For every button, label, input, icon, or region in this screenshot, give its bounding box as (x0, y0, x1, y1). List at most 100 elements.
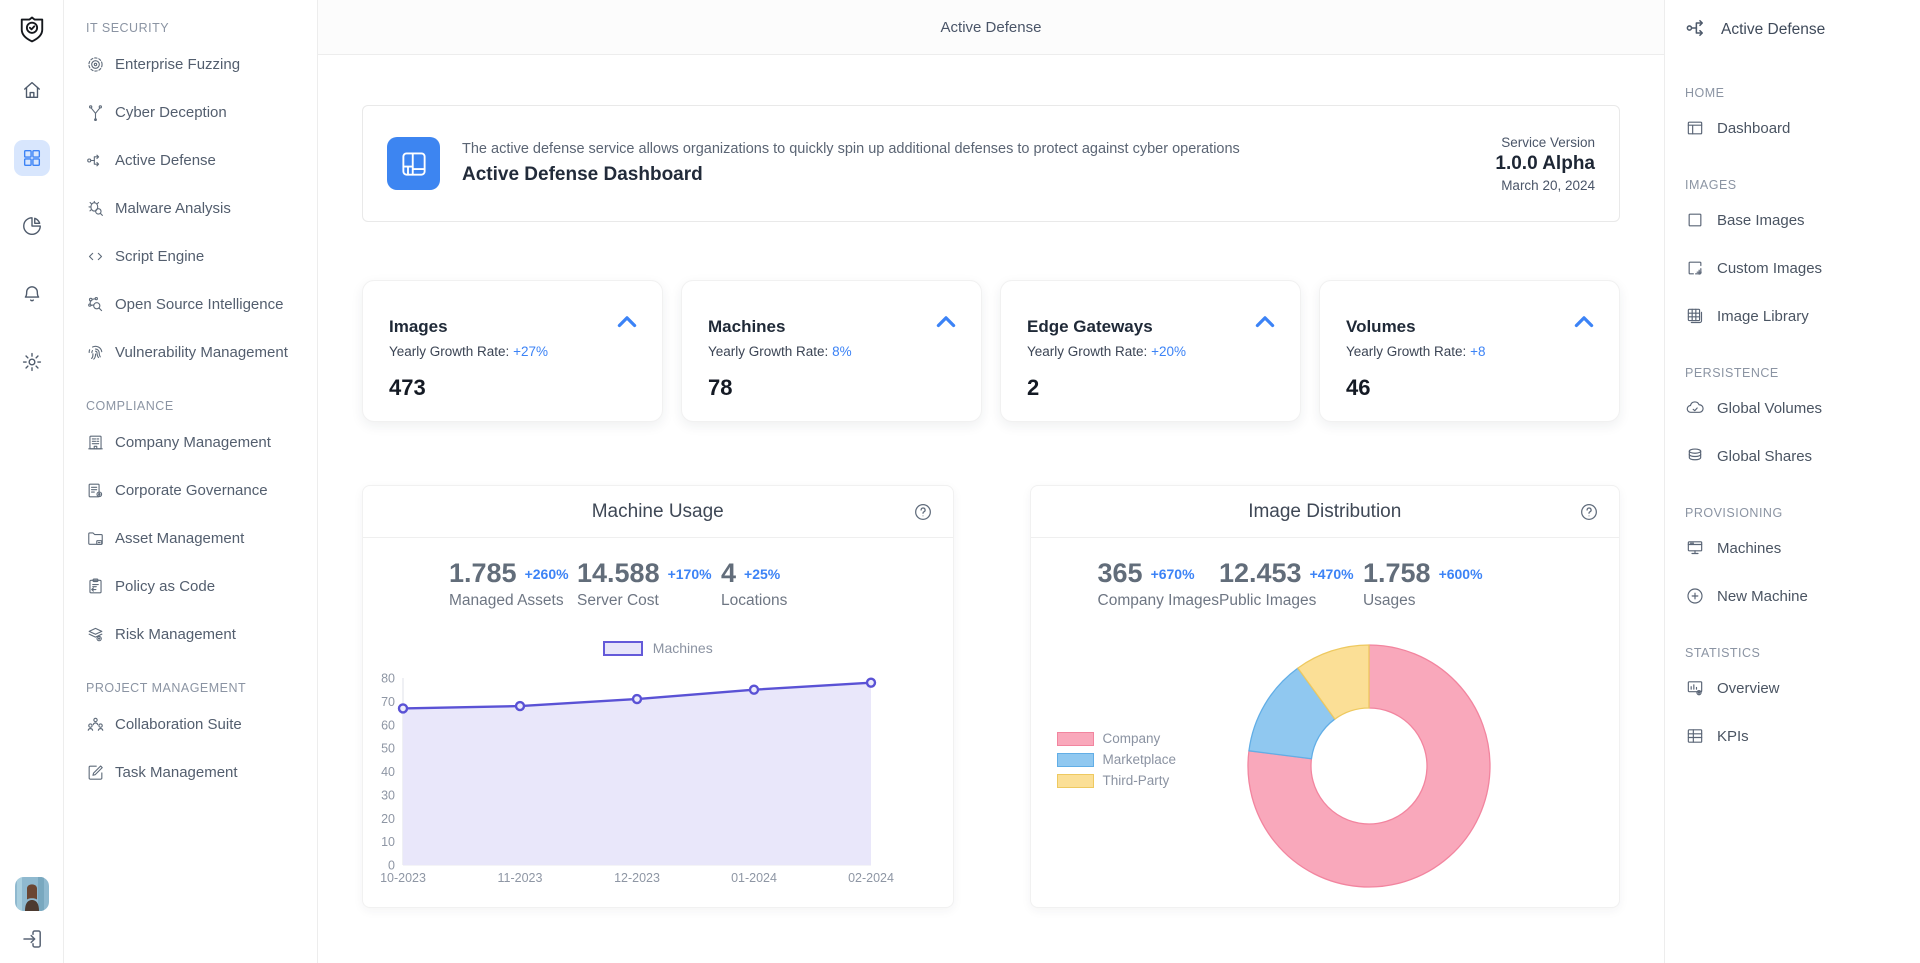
pie-icon (21, 215, 43, 237)
sidebar-item-collaboration-suite[interactable]: Collaboration Suite (64, 700, 317, 748)
sidebar-item-policy-as-code[interactable]: Policy as Code (64, 562, 317, 610)
help-icon[interactable] (1579, 502, 1599, 528)
rightbar-item-kpis[interactable]: KPIs (1685, 712, 1920, 760)
rightbar-section-title: PROVISIONING (1685, 502, 1920, 524)
rightbar-item-overview[interactable]: Overview (1685, 664, 1920, 712)
service-version-block: Service Version 1.0.0 Alpha March 20, 20… (1495, 135, 1595, 193)
sidebar-item-company-management[interactable]: Company Management (64, 418, 317, 466)
rightbar-sections: HOMEDashboardIMAGESBase ImagesCustom Ima… (1685, 82, 1920, 760)
sidebar-item-script-engine[interactable]: Script Engine (64, 232, 317, 280)
rightbar-item-global-shares[interactable]: Global Shares (1685, 432, 1920, 480)
sidebar-item-label: Vulnerability Management (115, 344, 288, 361)
chart-stat-growth: +25% (744, 566, 780, 582)
collapse-chevron[interactable] (614, 309, 640, 340)
legend-item-third-party[interactable]: Third-Party (1057, 770, 1177, 791)
chart-stat-value: 365 (1098, 558, 1143, 588)
sidebar-item-vulnerability-management[interactable]: Vulnerability Management (64, 328, 317, 376)
svg-text:11-2023: 11-2023 (498, 871, 543, 885)
stat-card-volumes[interactable]: VolumesYearly Growth Rate: +846 (1319, 280, 1620, 422)
chart-stat-growth: +600% (1439, 566, 1483, 582)
help-icon[interactable] (913, 502, 933, 528)
collapse-chevron[interactable] (933, 309, 959, 340)
sidebar-item-cyber-deception[interactable]: Cyber Deception (64, 88, 317, 136)
rightbar-item-new-machine[interactable]: New Machine (1685, 572, 1920, 620)
svg-text:60: 60 (381, 718, 395, 732)
rail-item-gear[interactable] (14, 344, 50, 380)
machines-area-chart: 0102030405060708010-202311-202312-202301… (363, 666, 903, 888)
rightbar-item-base-images[interactable]: Base Images (1685, 196, 1920, 244)
sidebar-item-label: Task Management (115, 764, 238, 781)
image-distribution-donut (1243, 640, 1495, 892)
rail-item-home[interactable] (14, 72, 50, 108)
sidebar-item-task-management[interactable]: Task Management (64, 748, 317, 796)
legend-label: Machines (653, 640, 713, 656)
rail-items (14, 72, 50, 412)
chart-stat-growth: +670% (1151, 566, 1195, 582)
svg-text:70: 70 (381, 695, 395, 709)
flow-icon (1685, 15, 1711, 41)
rightbar-item-dashboard[interactable]: Dashboard (1685, 104, 1920, 152)
stat-growth: Yearly Growth Rate: +8 (1346, 344, 1595, 359)
legend-item-marketplace[interactable]: Marketplace (1057, 749, 1177, 770)
sidebar-item-corporate-governance[interactable]: Corporate Governance (64, 466, 317, 514)
sidebar-item-asset-management[interactable]: Asset Management (64, 514, 317, 562)
rightbar-item-label: Image Library (1717, 308, 1809, 325)
rightbar-item-custom-images[interactable]: Custom Images (1685, 244, 1920, 292)
rightbar-section-title: STATISTICS (1685, 642, 1920, 664)
chevup-icon (614, 309, 640, 335)
chevup-icon (1571, 309, 1597, 335)
user-avatar[interactable] (15, 877, 49, 911)
sidebar-item-risk-management[interactable]: Risk Management (64, 610, 317, 658)
rail-item-pie[interactable] (14, 208, 50, 244)
rightbar-item-machines[interactable]: Machines (1685, 524, 1920, 572)
rightbar-item-label: Custom Images (1717, 260, 1822, 277)
logout-icon (20, 927, 44, 951)
chart-stat-growth: +260% (525, 566, 569, 582)
rightbar-title: Active Defense (1721, 21, 1825, 39)
rightbar-item-image-library[interactable]: Image Library (1685, 292, 1920, 340)
db-icon (1685, 446, 1705, 466)
image-distribution-card: Image Distribution 365 +670% Company Image… (1030, 485, 1621, 908)
legend-label: Marketplace (1103, 752, 1177, 767)
stat-card-machines[interactable]: MachinesYearly Growth Rate: 8%78 (681, 280, 982, 422)
chart-stat-label: Company Images (1098, 592, 1219, 610)
app-logo[interactable] (13, 10, 51, 48)
banner-description: The active defense service allows organi… (462, 141, 1495, 157)
rail-item-apps[interactable] (14, 140, 50, 176)
machine-usage-header: Machine Usage (363, 486, 953, 538)
sidebar-item-open-source-intelligence[interactable]: Open Source Intelligence (64, 280, 317, 328)
image-distribution-title: Image Distribution (1248, 501, 1401, 523)
left-sidebar: IT SECURITYEnterprise FuzzingCyber Decep… (64, 0, 318, 963)
sidebar-item-label: Asset Management (115, 530, 244, 547)
building-icon (86, 433, 105, 452)
version-value: 1.0.0 Alpha (1495, 153, 1595, 175)
chart-stat-usages: 1.758+600%Usages (1363, 558, 1483, 610)
avatar-photo (15, 877, 49, 911)
pluscircle-icon (1685, 586, 1705, 606)
stat-card-title: Machines (708, 317, 957, 337)
chart-stat-locations: 4+25%Locations (721, 558, 787, 610)
sidebar-item-label: Malware Analysis (115, 200, 231, 217)
rail-item-bell[interactable] (14, 276, 50, 312)
rightbar-header: Active Defense (1685, 0, 1920, 60)
svg-text:10-2023: 10-2023 (380, 871, 426, 885)
stat-growth: Yearly Growth Rate: +20% (1027, 344, 1276, 359)
legend-item-company[interactable]: Company (1057, 728, 1177, 749)
code-icon (86, 247, 105, 266)
stat-card-title: Images (389, 317, 638, 337)
svg-text:10: 10 (381, 835, 395, 849)
question-icon (1579, 502, 1599, 522)
collapse-chevron[interactable] (1571, 309, 1597, 340)
stat-card-images[interactable]: ImagesYearly Growth Rate: +27%473 (362, 280, 663, 422)
stat-card-edge-gateways[interactable]: Edge GatewaysYearly Growth Rate: +20%2 (1000, 280, 1301, 422)
sidebar-item-active-defense[interactable]: Active Defense (64, 136, 317, 184)
line-legend[interactable]: Machines (363, 640, 953, 656)
rightbar-item-global-volumes[interactable]: Global Volumes (1685, 384, 1920, 432)
chart-stat-label: Server Cost (577, 592, 721, 610)
logout-button[interactable] (20, 927, 44, 951)
chart-stat-growth: +470% (1310, 566, 1354, 582)
bell-icon (21, 283, 43, 305)
sidebar-item-malware-analysis[interactable]: Malware Analysis (64, 184, 317, 232)
sidebar-item-enterprise-fuzzing[interactable]: Enterprise Fuzzing (64, 40, 317, 88)
collapse-chevron[interactable] (1252, 309, 1278, 340)
